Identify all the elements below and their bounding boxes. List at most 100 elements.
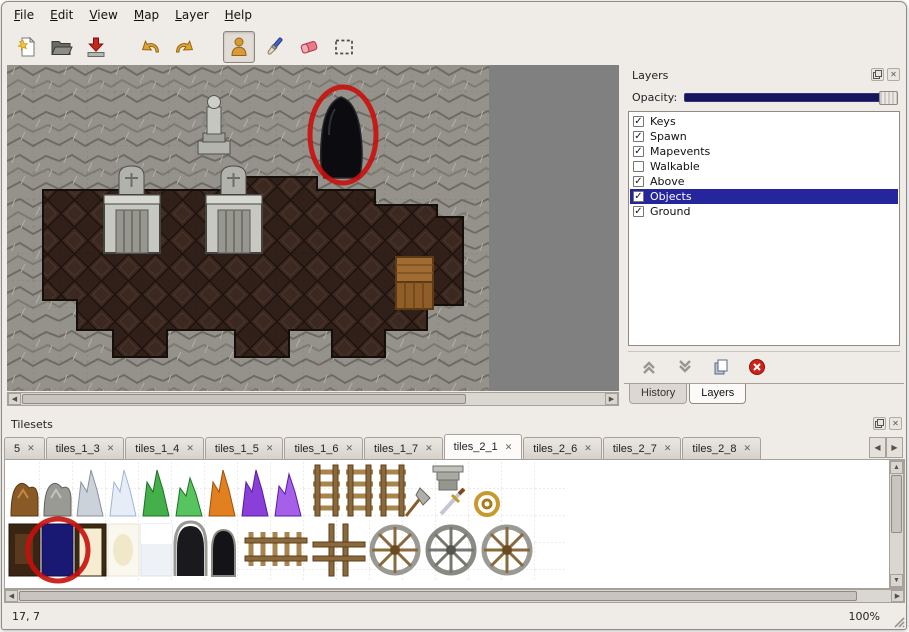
scroll-left-arrow-icon[interactable]: ◀ — [8, 393, 21, 405]
tab-close-icon[interactable]: ✕ — [743, 443, 751, 454]
tileset-tab-label: tiles_1_3 — [56, 443, 100, 455]
tileset-tab-3[interactable]: tiles_1_5 ✕ — [205, 437, 284, 459]
tileset-tab-2[interactable]: tiles_1_4 ✕ — [125, 437, 204, 459]
layer-visibility-checkbox[interactable]: ✓ — [633, 146, 644, 157]
layer-visibility-checkbox[interactable]: ✓ — [633, 131, 644, 142]
tileset-tab-8[interactable]: tiles_2_7 ✕ — [603, 437, 682, 459]
opacity-slider-handle[interactable] — [879, 91, 898, 105]
tileset-tab-4[interactable]: tiles_1_6 ✕ — [284, 437, 363, 459]
scrollbar-track[interactable] — [18, 590, 891, 602]
stamp-tool-button[interactable] — [223, 31, 255, 63]
tab-layers[interactable]: Layers — [689, 384, 746, 404]
tab-history[interactable]: History — [629, 384, 687, 404]
layer-row-mapevents[interactable]: ✓ Mapevents — [630, 144, 898, 159]
redo-arrow-icon — [173, 35, 197, 59]
scrollbar-track[interactable] — [890, 474, 903, 574]
tab-close-icon[interactable]: ✕ — [27, 443, 35, 454]
raise-layer-icon — [640, 358, 658, 376]
layer-visibility-checkbox[interactable]: ✓ — [633, 191, 644, 202]
tab-scroll-left-icon[interactable]: ◀ — [869, 437, 886, 458]
tab-close-icon[interactable]: ✕ — [107, 443, 115, 454]
close-panel-button[interactable]: ✕ — [889, 417, 902, 430]
layer-label: Above — [650, 175, 685, 188]
menu-edit[interactable]: Edit — [42, 4, 81, 26]
tileset-tab-5[interactable]: tiles_1_7 ✕ — [364, 437, 443, 459]
tileset-tab-label: tiles_1_4 — [135, 443, 179, 455]
layer-visibility-checkbox[interactable]: ✓ — [633, 116, 644, 127]
map-horizontal-scrollbar[interactable]: ◀ ▶ — [7, 392, 619, 406]
tab-label: History — [641, 387, 675, 399]
tileset-tab-label: tiles_2_8 — [692, 443, 736, 455]
menu-layer[interactable]: Layer — [167, 4, 216, 26]
new-map-button[interactable] — [10, 31, 42, 63]
map-canvas[interactable] — [7, 65, 619, 391]
layer-row-ground[interactable]: ✓ Ground — [630, 204, 898, 219]
tileset-tab-6[interactable]: tiles_2_1 ✕ — [444, 434, 523, 459]
scrollbar-thumb[interactable] — [19, 591, 857, 601]
float-panel-icon — [873, 70, 882, 79]
layer-row-keys[interactable]: ✓ Keys — [630, 114, 898, 129]
brush-tool-button[interactable] — [258, 31, 290, 63]
eraser-tool-button[interactable] — [293, 31, 325, 63]
scrollbar-thumb[interactable] — [891, 475, 902, 533]
check-icon: ✓ — [634, 177, 642, 187]
layer-visibility-checkbox[interactable]: ✓ — [633, 206, 644, 217]
close-panel-button[interactable]: ✕ — [887, 68, 900, 81]
opacity-row: Opacity: — [632, 89, 898, 105]
menu-file[interactable]: File — [6, 4, 42, 26]
tileset-tab-7[interactable]: tiles_2_6 ✕ — [523, 437, 602, 459]
layer-visibility-checkbox[interactable]: ✓ — [633, 176, 644, 187]
menu-view[interactable]: View — [81, 4, 125, 26]
tab-close-icon[interactable]: ✕ — [266, 443, 274, 454]
tileset-tab-0[interactable]: 5 ✕ — [4, 437, 45, 459]
scroll-right-arrow-icon[interactable]: ▶ — [605, 393, 618, 405]
tab-close-icon[interactable]: ✕ — [584, 443, 592, 454]
resize-grip[interactable] — [891, 614, 905, 628]
tab-close-icon[interactable]: ✕ — [425, 443, 433, 454]
float-panel-button[interactable] — [871, 68, 884, 81]
scroll-up-arrow-icon[interactable]: ▲ — [890, 461, 903, 474]
tileset-vertical-scrollbar[interactable]: ▲ ▼ — [889, 460, 904, 588]
layer-row-above[interactable]: ✓ Above — [630, 174, 898, 189]
tab-close-icon[interactable]: ✕ — [346, 443, 354, 454]
layer-row-spawn[interactable]: ✓ Spawn — [630, 129, 898, 144]
layer-action-buttons — [628, 351, 900, 381]
duplicate-layer-icon — [712, 358, 730, 376]
scrollbar-thumb[interactable] — [22, 394, 466, 404]
tab-scroll-right-icon[interactable]: ▶ — [886, 437, 903, 458]
opacity-slider[interactable] — [684, 93, 898, 102]
status-bar: 17, 7 100% — [2, 604, 906, 629]
layer-row-walkable[interactable]: ✓ Walkable — [630, 159, 898, 174]
redo-button[interactable] — [169, 31, 201, 63]
layer-label: Walkable — [650, 160, 700, 173]
tileset-tab-9[interactable]: tiles_2_8 ✕ — [682, 437, 761, 459]
menu-map[interactable]: Map — [126, 4, 167, 26]
open-map-button[interactable] — [45, 31, 77, 63]
undo-button[interactable] — [134, 31, 166, 63]
save-download-icon — [84, 35, 108, 59]
toolbar-separator — [115, 47, 131, 48]
layer-row-objects[interactable]: ✓ Objects — [630, 189, 898, 204]
scrollbar-track[interactable] — [21, 393, 605, 405]
tab-close-icon[interactable]: ✕ — [664, 443, 672, 454]
lower-layer-icon — [676, 358, 694, 376]
tileset-horizontal-scrollbar[interactable]: ◀ ▶ — [4, 589, 905, 603]
tileset-canvas[interactable]: ▲ ▼ — [4, 459, 905, 589]
tile-cart-wheel — [484, 527, 530, 573]
menu-help[interactable]: Help — [217, 4, 260, 26]
select-tool-button[interactable] — [328, 31, 360, 63]
duplicate-layer-button[interactable] — [710, 356, 732, 378]
save-map-button[interactable] — [80, 31, 112, 63]
tab-close-icon[interactable]: ✕ — [186, 443, 194, 454]
scroll-right-arrow-icon[interactable]: ▶ — [891, 590, 904, 602]
delete-layer-button[interactable] — [746, 356, 768, 378]
scroll-down-arrow-icon[interactable]: ▼ — [890, 574, 903, 587]
tilesets-panel-controls: ✕ — [873, 417, 902, 430]
raise-layer-button[interactable] — [638, 356, 660, 378]
float-panel-button[interactable] — [873, 417, 886, 430]
tileset-tab-1[interactable]: tiles_1_3 ✕ — [46, 437, 125, 459]
lower-layer-button[interactable] — [674, 356, 696, 378]
layer-visibility-checkbox[interactable]: ✓ — [633, 161, 644, 172]
scroll-left-arrow-icon[interactable]: ◀ — [5, 590, 18, 602]
tab-close-icon[interactable]: ✕ — [505, 442, 513, 453]
